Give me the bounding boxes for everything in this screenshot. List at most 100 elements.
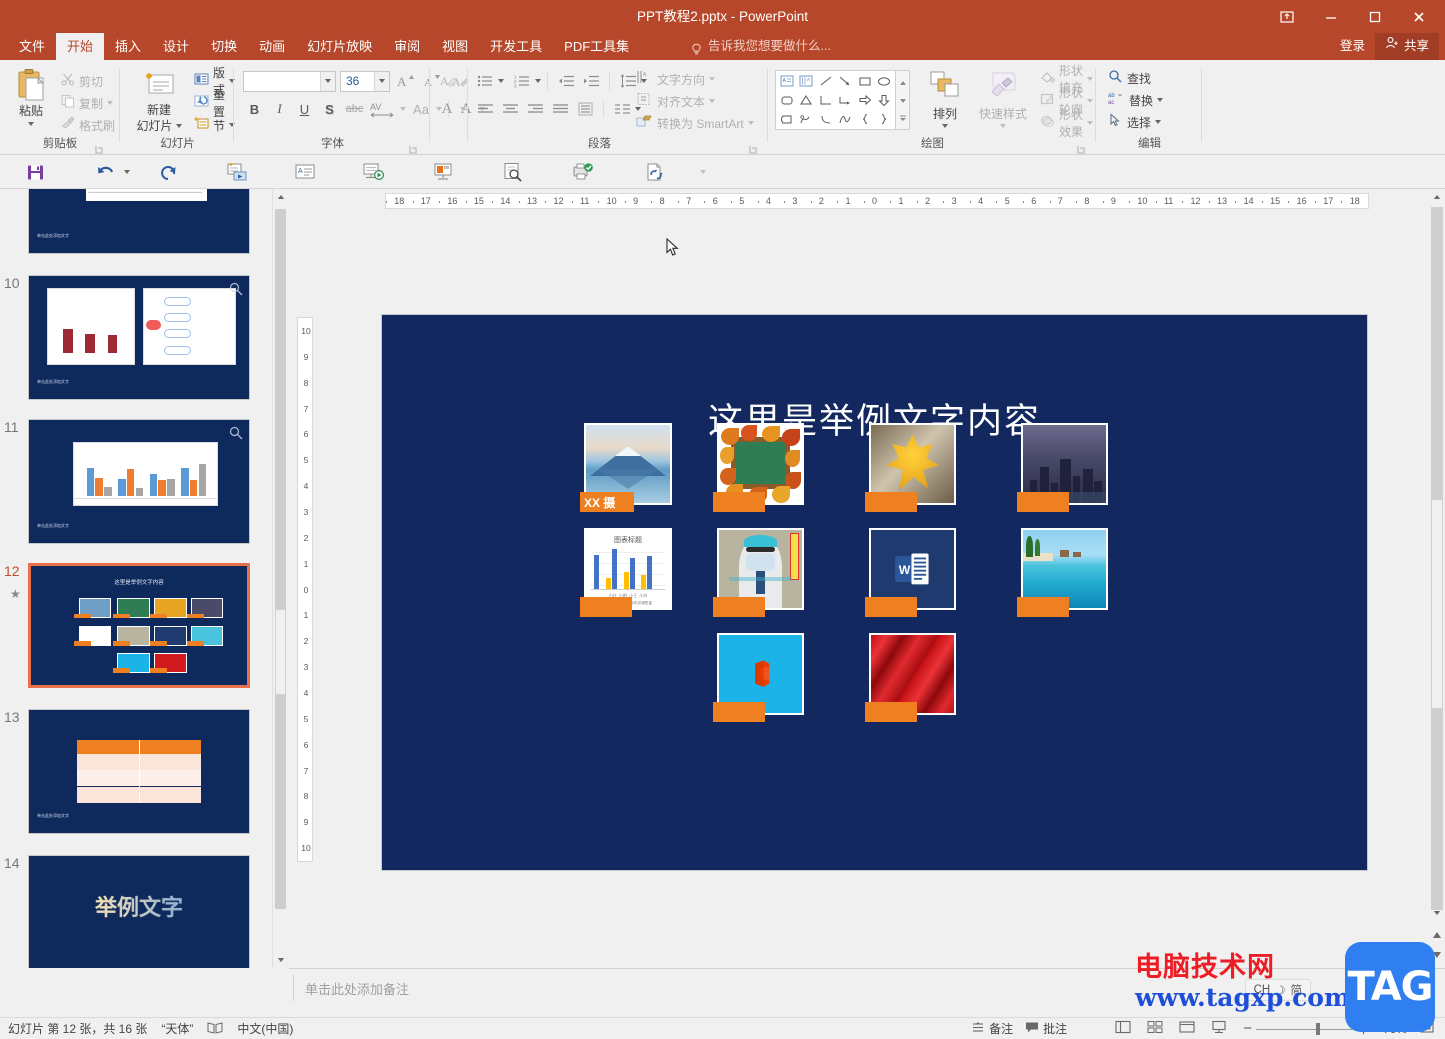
undo-icon[interactable] (94, 159, 120, 185)
language-label[interactable]: 中文(中国) (237, 1020, 293, 1037)
shape-text-box[interactable]: A (777, 72, 797, 91)
share-button[interactable]: 共享 (1374, 33, 1439, 60)
align-text-button[interactable]: 对齐文本 (633, 90, 757, 112)
shape-cube[interactable] (777, 109, 797, 128)
thumbnail-zoom-icon[interactable] (229, 282, 243, 301)
thumbnail-slide-13[interactable]: ​单击此处添加文字 (28, 709, 250, 834)
shape-elbow-arrow[interactable] (836, 91, 856, 110)
justify-button[interactable] (548, 98, 572, 120)
copy-button[interactable]: 复制 (58, 92, 118, 114)
shape-right-brace[interactable] (875, 109, 895, 128)
thumbnail-slide-11[interactable]: 单击此处添加文字 (28, 419, 250, 544)
start-slideshow-icon[interactable] (360, 159, 386, 185)
insert-text-box-icon[interactable]: A (292, 159, 318, 185)
thumbnail-scrollbar[interactable] (272, 189, 289, 968)
thumbnail-item[interactable]: 12 ★ 这里是举例文字内容 (0, 563, 272, 703)
thumbnail-scroll-down-button[interactable] (273, 952, 289, 968)
find-button[interactable]: 查找 (1105, 67, 1166, 89)
ribbon-tab-6[interactable]: 幻灯片放映 (296, 33, 383, 60)
shape-outline-chevron-down-icon[interactable] (1087, 99, 1093, 103)
bullets-chevron-down-icon[interactable] (498, 79, 504, 83)
shape-oval[interactable] (875, 72, 895, 91)
ribbon-tab-5[interactable]: 动画 (248, 33, 296, 60)
tell-me-box[interactable]: 告诉我您想要做什么... (690, 33, 831, 60)
hyperlink-icon[interactable] (642, 159, 668, 185)
slide-thumbnail-pane[interactable]: 9单击此处添加文字 10 单击此处添加文字 11 单击此处添加文字 12 ★ 这里是举例文字内… (0, 189, 272, 968)
shape-left-brace[interactable] (855, 109, 875, 128)
shape-arc[interactable] (816, 109, 836, 128)
zoom-in-button[interactable]: ＋ (1356, 1018, 1371, 1039)
ribbon-tab-4[interactable]: 切换 (200, 33, 248, 60)
paragraph-dialog-launcher[interactable] (749, 141, 758, 154)
align-center-button[interactable] (498, 98, 522, 120)
align-right-button[interactable] (523, 98, 547, 120)
convert-smartart-button[interactable]: 转换为 SmartArt (633, 112, 757, 134)
shape-curve[interactable] (836, 109, 856, 128)
caption-box-7[interactable] (865, 597, 917, 617)
save-icon[interactable] (22, 159, 48, 185)
cut-button[interactable]: 剪切 (58, 70, 118, 92)
format-painter-button[interactable]: 格式刷 (58, 114, 118, 136)
scroll-up-button[interactable] (1429, 189, 1445, 205)
thumbnail-item[interactable]: 10 单击此处添加文字 (0, 275, 272, 415)
thumbnail-item[interactable]: 13 ​单击此处添加文字 (0, 709, 272, 849)
thumbnail-item[interactable]: 11 单击此处添加文字 (0, 419, 272, 559)
quick-styles-button[interactable]: 快速样式 (975, 70, 1031, 128)
close-icon[interactable] (1397, 2, 1441, 32)
undo-chevron-down-icon[interactable] (124, 170, 130, 174)
ribbon-tab-2[interactable]: 插入 (104, 33, 152, 60)
italic-button[interactable]: I (268, 98, 291, 120)
thumbnail-scroll-grip[interactable] (275, 609, 286, 695)
align-text-chevron-down-icon[interactable] (709, 99, 716, 103)
customize-quick-access-icon[interactable] (700, 170, 706, 174)
distribute-button[interactable] (573, 98, 597, 120)
slide-count-label[interactable]: 幻灯片 第 12 张，共 16 张 (8, 1020, 147, 1037)
text-shadow-button[interactable]: S (318, 98, 341, 120)
drawing-dialog-launcher[interactable] (1077, 141, 1086, 154)
numbering-chevron-down-icon[interactable] (535, 79, 541, 83)
zoom-level-label[interactable]: 70% (1383, 1022, 1407, 1036)
reading-view-icon[interactable] (1179, 1020, 1195, 1037)
text-direction-chevron-down-icon[interactable] (709, 77, 716, 81)
thumbnail-item[interactable]: 9单击此处添加文字 (0, 189, 272, 269)
accessibility-icon[interactable] (207, 1021, 223, 1037)
text-direction-button[interactable]: A 文字方向 (633, 68, 757, 90)
font-name-input[interactable] (243, 70, 336, 92)
ribbon-tab-3[interactable]: 设计 (152, 33, 200, 60)
shapes-gallery[interactable]: A A (775, 70, 910, 130)
scroll-down-button[interactable] (1429, 905, 1445, 921)
zoom-out-button[interactable]: − (1243, 1020, 1252, 1037)
columns-button[interactable] (610, 98, 634, 120)
slide-sorter-icon[interactable] (1147, 1020, 1163, 1037)
animation-star-icon[interactable]: ★ (10, 587, 21, 601)
shape-down-arrow[interactable] (875, 91, 895, 110)
ime-indicator[interactable]: CH ☽ 简 (1244, 979, 1311, 1001)
align-left-button[interactable] (473, 98, 497, 120)
clear-all-formatting-button[interactable]: A (436, 70, 460, 92)
reset-button[interactable]: 重置 (191, 88, 238, 119)
from-beginning-icon[interactable] (224, 159, 250, 185)
redo-icon[interactable] (156, 159, 182, 185)
vertical-ruler[interactable]: 10 9 8 7 6 5 4 3 2 1 0 1 2 3 4 5 6 7 8 9 10 (297, 317, 313, 862)
caption-box-9[interactable] (713, 702, 765, 722)
thumbnail-slide-12[interactable]: 这里是举例文字内容 (28, 563, 250, 688)
arrange-button[interactable]: 排列 (919, 70, 971, 128)
new-slide-chevron-down-icon[interactable] (175, 123, 182, 128)
present-icon[interactable] (430, 159, 456, 185)
shape-right-arrow[interactable] (855, 91, 875, 110)
paste-button[interactable]: 粘贴 (8, 68, 54, 126)
scroll-down-icon[interactable] (899, 91, 907, 109)
thumbnail-zoom-icon[interactable] (229, 426, 243, 445)
notes-button[interactable]: 备注 (971, 1020, 1013, 1037)
paste-chevron-down-icon[interactable] (28, 122, 34, 126)
shape-effects-button[interactable]: 形状效果 (1037, 108, 1096, 139)
clipboard-dialog-launcher[interactable] (95, 141, 104, 154)
bold-button[interactable]: B (243, 98, 266, 120)
character-spacing-button[interactable]: AV (368, 98, 398, 120)
ribbon-tab-9[interactable]: 开发工具 (479, 33, 553, 60)
restore-icon[interactable] (1353, 2, 1397, 32)
ribbon-tab-0[interactable]: 文件 (8, 33, 56, 60)
text-highlight-button[interactable]: A (436, 98, 458, 120)
caption-box-5[interactable] (580, 597, 632, 617)
select-chevron-down-icon[interactable] (1155, 120, 1162, 124)
